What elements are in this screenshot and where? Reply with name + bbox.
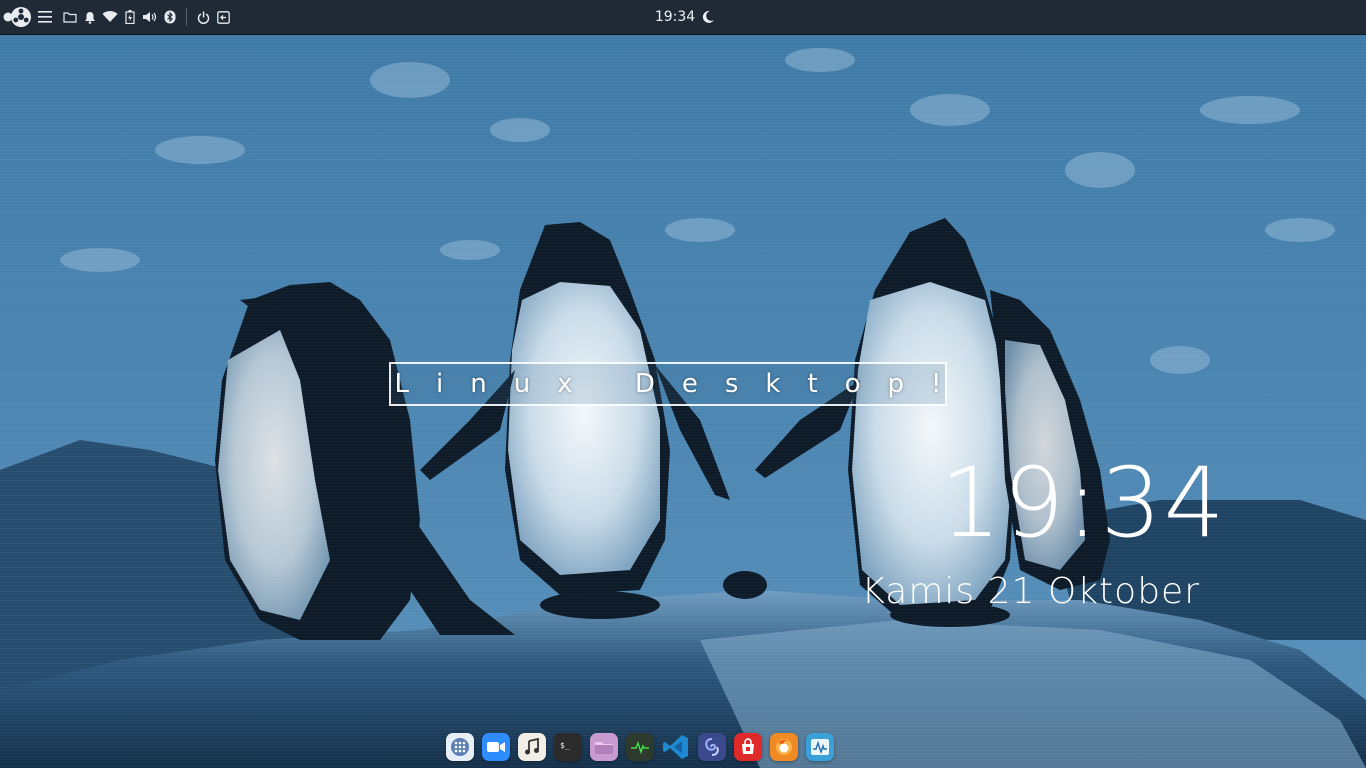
terminal-icon[interactable]: $_ [554,733,582,761]
app-menu-button[interactable] [6,0,36,34]
distro-logo-icon [11,7,31,27]
system-monitor-icon[interactable] [626,733,654,761]
dock: $_ [446,730,834,764]
firefox-icon[interactable] [770,733,798,761]
desktop-clock: 19:34 [940,447,1227,559]
desktop-title-text: Linux Desktop! [394,369,969,399]
panel-clock-time: 19:34 [654,9,696,25]
wifi-icon[interactable] [100,0,120,34]
software-store-icon[interactable] [734,733,762,761]
battery-icon[interactable] [120,0,140,34]
zoom-icon[interactable] [482,733,510,761]
logout-icon[interactable] [213,0,233,34]
moon-icon [703,10,715,23]
svg-text:$_: $_ [560,741,570,750]
app-grid-icon[interactable] [446,733,474,761]
desktop-date: Kamis 21 Oktober [861,571,1200,612]
evolution-icon[interactable] [698,733,726,761]
vscode-icon[interactable] [662,733,690,761]
top-panel: 19:34 [0,0,1366,35]
files-icon[interactable] [590,733,618,761]
bell-icon[interactable] [80,0,100,34]
music-icon[interactable] [518,733,546,761]
volume-icon[interactable] [140,0,160,34]
folder-icon[interactable] [60,0,80,34]
tray-separator [186,8,187,26]
panel-clock[interactable]: 19:34 [640,0,730,34]
bluetooth-icon[interactable] [160,0,180,34]
power-icon[interactable] [193,0,213,34]
activity-monitor-icon[interactable] [806,733,834,761]
desktop-title-box: Linux Desktop! [389,362,947,406]
